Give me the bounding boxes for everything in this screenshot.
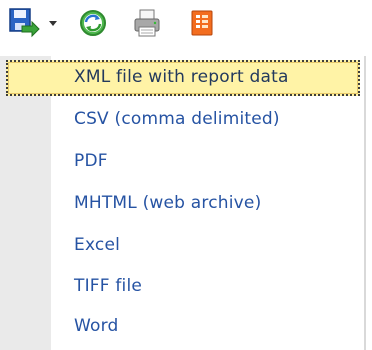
report-toolbar	[0, 0, 372, 44]
menu-item-tiff[interactable]: TIFF file	[6, 269, 360, 305]
print-icon	[134, 9, 160, 37]
export-format-menu: XML file with report data CSV (comma del…	[0, 56, 366, 350]
export-button[interactable]	[4, 4, 42, 42]
refresh-button[interactable]	[74, 4, 112, 42]
menu-item-label: Word	[74, 316, 119, 336]
menu-item-label: Excel	[74, 235, 121, 255]
refresh-icon	[80, 10, 106, 36]
menu-item-excel[interactable]: Excel	[6, 228, 360, 264]
menu-item-word[interactable]: Word	[6, 309, 360, 345]
menu-item-csv[interactable]: CSV (comma delimited)	[6, 102, 360, 138]
report-button[interactable]	[183, 4, 221, 42]
export-save-icon	[9, 8, 40, 38]
menu-item-label: TIFF file	[74, 276, 143, 296]
export-dropdown-button[interactable]	[42, 4, 64, 42]
menu-item-pdf[interactable]: PDF	[6, 144, 360, 180]
dropdown-arrow-icon	[49, 21, 57, 26]
menu-item-label: PDF	[74, 151, 108, 171]
menu-item-xml[interactable]: XML file with report data	[6, 60, 360, 96]
menu-item-label: MHTML (web archive)	[74, 193, 262, 213]
menu-item-label: CSV (comma delimited)	[74, 109, 280, 129]
menu-item-mhtml[interactable]: MHTML (web archive)	[6, 186, 360, 222]
menu-border	[364, 56, 366, 350]
print-button[interactable]	[128, 4, 166, 42]
report-icon	[191, 10, 213, 36]
menu-item-label: XML file with report data	[74, 67, 289, 87]
